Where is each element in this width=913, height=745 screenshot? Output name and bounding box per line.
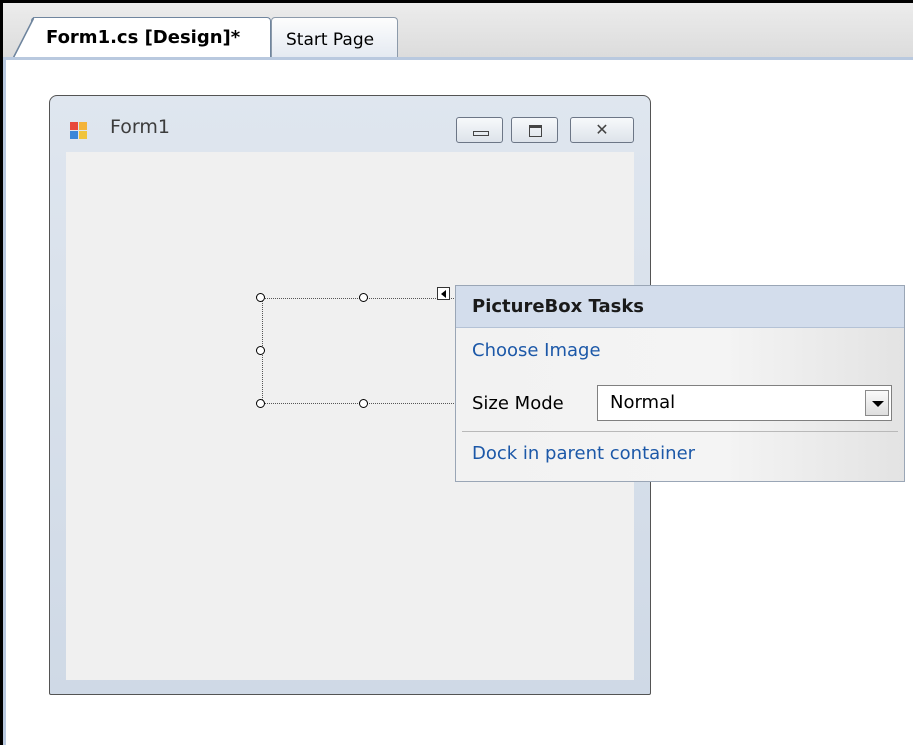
resize-grip-top[interactable]: [359, 293, 368, 302]
chevron-down-icon[interactable]: [865, 390, 889, 416]
form-app-icon: [70, 122, 88, 140]
tasks-header: PictureBox Tasks: [456, 286, 904, 328]
dock-in-parent-link[interactable]: Dock in parent container: [472, 443, 695, 464]
close-button[interactable]: ✕: [570, 117, 634, 143]
document-tabstrip: Form1.cs [Design]* Start Page: [3, 3, 913, 60]
smart-tag-collapse-icon[interactable]: [437, 287, 450, 300]
maximize-button[interactable]: [511, 117, 558, 143]
tasks-title: PictureBox Tasks: [472, 296, 645, 317]
resize-grip-top-left[interactable]: [256, 293, 265, 302]
resize-grip-left[interactable]: [256, 346, 265, 355]
tab-label: Form1.cs [Design]*: [46, 27, 241, 48]
picturebox-tasks-panel: PictureBox Tasks Choose Image Size Mode …: [455, 285, 905, 482]
resize-grip-bottom[interactable]: [359, 399, 368, 408]
picturebox-control[interactable]: [262, 298, 458, 404]
choose-image-link[interactable]: Choose Image: [472, 340, 601, 361]
form-titlebar[interactable]: Form1 ✕: [50, 96, 650, 152]
size-mode-select[interactable]: Normal: [597, 385, 892, 421]
tab-form1-design[interactable]: Form1.cs [Design]*: [12, 17, 271, 60]
resize-grip-bottom-left[interactable]: [256, 399, 265, 408]
form-title: Form1: [110, 116, 170, 138]
size-mode-value: Normal: [610, 392, 676, 413]
tasks-divider: [462, 431, 898, 432]
close-icon: ✕: [595, 120, 609, 139]
minimize-button[interactable]: [456, 117, 503, 143]
tab-start-page[interactable]: Start Page: [271, 17, 398, 59]
size-mode-label: Size Mode: [472, 393, 564, 414]
tab-label: Start Page: [286, 30, 375, 50]
